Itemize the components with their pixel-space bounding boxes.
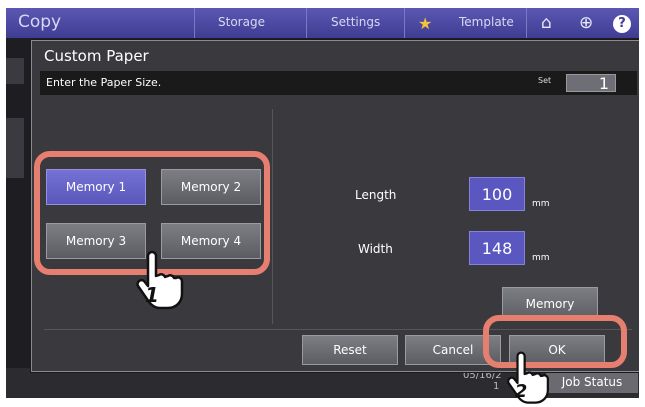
tab-separator [526, 8, 527, 38]
dialog-title: Custom Paper [44, 47, 149, 65]
app-title: Copy [18, 12, 62, 32]
job-status-button[interactable]: Job Status [546, 371, 638, 393]
width-label: Width [358, 242, 393, 256]
tab-separator [194, 8, 195, 38]
set-label: Set [538, 76, 552, 85]
top-bar: Copy Storage Settings ★ Template ⌂ ⊕ ? [6, 8, 639, 38]
home-icon[interactable]: ⌂ [541, 13, 552, 33]
set-count-field[interactable]: 1 [566, 74, 616, 93]
globe-icon[interactable]: ⊕ [579, 13, 593, 33]
date-time-readout: 05/16/2 1 [463, 370, 502, 392]
tab-separator [404, 8, 405, 38]
tab-template[interactable]: Template [459, 15, 514, 29]
length-label: Length [355, 188, 397, 202]
length-unit: mm [532, 199, 550, 209]
background-panel [6, 118, 24, 178]
vertical-divider [272, 109, 273, 324]
width-unit: mm [532, 253, 550, 263]
help-icon[interactable]: ? [613, 15, 631, 33]
background-panel [6, 58, 24, 84]
width-input[interactable]: 148 [469, 231, 525, 265]
tab-storage[interactable]: Storage [218, 15, 265, 29]
instruction-text: Enter the Paper Size. [46, 76, 162, 89]
instruction-bar: Enter the Paper Size. Set 1 [40, 71, 637, 95]
reset-button[interactable]: Reset [302, 335, 398, 365]
star-icon: ★ [418, 14, 433, 33]
tab-settings[interactable]: Settings [331, 15, 380, 29]
tap-hand-icon: 1 [136, 250, 184, 310]
tap-hand-icon: 2 [507, 351, 549, 404]
time-text: 1 [493, 381, 500, 392]
step-1-number: 1 [145, 283, 159, 307]
step-2-number: 2 [515, 381, 527, 402]
tab-separator [306, 8, 307, 38]
length-input[interactable]: 100 [469, 177, 525, 211]
